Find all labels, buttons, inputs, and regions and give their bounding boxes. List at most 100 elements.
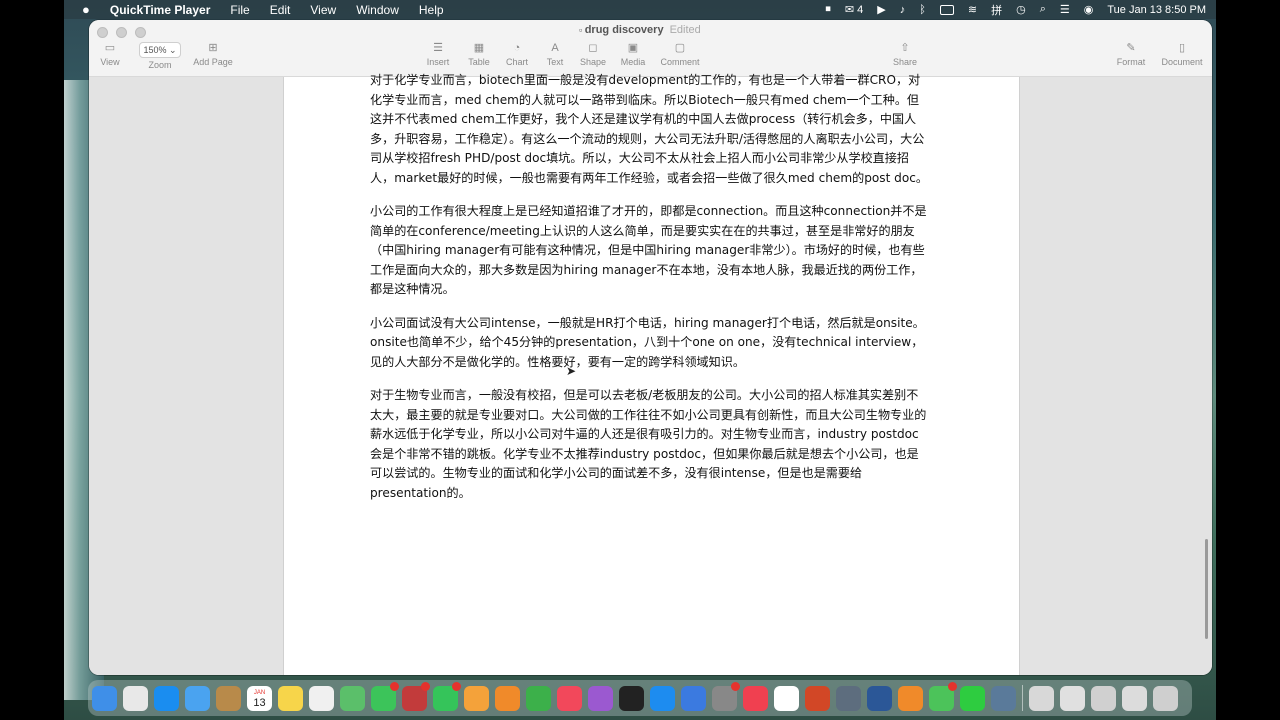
edited-status: Edited [669, 24, 701, 36]
add-page-button[interactable]: ⊞ Add Page [191, 42, 235, 67]
comment-icon: ▢ [674, 42, 686, 54]
chart-label: Chart [505, 57, 528, 67]
word-icon[interactable] [867, 685, 892, 711]
table-icon: ▦ [473, 42, 485, 54]
powerpoint-icon[interactable] [805, 685, 830, 711]
wechat-icon[interactable] [960, 685, 985, 711]
system-settings-icon[interactable] [712, 681, 740, 711]
dock-separator [1022, 685, 1023, 711]
app-menu[interactable]: QuickTime Player [110, 3, 211, 17]
dock: JAN 13 [88, 680, 1192, 716]
wechat-count: 4 [857, 4, 864, 16]
messages-icon[interactable] [371, 681, 399, 711]
podcasts-icon[interactable] [588, 685, 613, 711]
search-icon[interactable]: ⌕ [1040, 3, 1046, 16]
sidebar-icon: ▭ [104, 42, 116, 54]
maps-icon[interactable] [340, 685, 365, 711]
text-button[interactable]: A Text [542, 42, 568, 67]
tv-icon[interactable] [619, 685, 644, 711]
clock[interactable]: Tue Jan 13 8:50 PM [1107, 4, 1206, 16]
view-button[interactable]: ▭ View [97, 42, 123, 67]
pages-icon[interactable] [495, 685, 520, 711]
text-box-icon: A [551, 42, 559, 54]
chrome-icon[interactable] [774, 685, 799, 711]
bluetooth-icon[interactable]: ᛒ [919, 4, 926, 16]
menu-window[interactable]: Window [356, 3, 399, 17]
zoom-select[interactable]: 150% ⌄ [139, 42, 181, 58]
document-page[interactable]: 对于化学专业而言，biotech里面一般是没有development的工作的，有… [283, 73, 1020, 675]
contacts-icon[interactable] [216, 685, 241, 711]
paragraph-2[interactable]: 小公司的工作有很大程度上是已经知道招谁了才开的，即都是connection。而且… [370, 202, 930, 300]
document-body[interactable]: 对于化学专业而言，biotech里面一般是没有development的工作的，有… [370, 71, 930, 517]
time-machine-icon[interactable]: ◷ [1016, 3, 1026, 16]
wechat-mini-icon[interactable] [929, 681, 957, 711]
screenshot-icon[interactable] [1060, 685, 1085, 711]
photos-icon[interactable] [464, 685, 489, 711]
preview-icon[interactable] [836, 685, 861, 711]
numbers-icon[interactable] [526, 685, 551, 711]
siri-icon[interactable]: ◉ [1084, 3, 1094, 16]
mail-icon[interactable] [185, 685, 210, 711]
notification-badge [948, 681, 957, 691]
app-store-icon[interactable] [650, 685, 675, 711]
menu-view[interactable]: View [310, 3, 336, 17]
format-button[interactable]: ✎ Format [1115, 42, 1147, 67]
launchpad-icon[interactable] [123, 685, 148, 711]
menu-file[interactable]: File [230, 3, 249, 17]
facetime-icon[interactable] [433, 681, 461, 711]
calendar-icon[interactable]: JAN 13 [247, 685, 272, 711]
control-center-icon[interactable]: ☰ [1060, 3, 1070, 16]
shape-icon: ◻ [588, 42, 598, 54]
safari-icon[interactable] [154, 685, 179, 711]
window-controls [97, 27, 146, 38]
vertical-scrollbar[interactable] [1205, 539, 1208, 639]
table-button[interactable]: ▦ Table [466, 42, 492, 67]
window-icon[interactable] [1091, 685, 1116, 711]
insert-label: Insert [426, 57, 450, 67]
zoom-control[interactable]: 150% ⌄ Zoom [138, 42, 182, 70]
paragraph-3[interactable]: 小公司面试没有大公司intense，一般就是HR打个电话，hiring mana… [370, 314, 930, 373]
volume-icon[interactable]: ♪ [900, 4, 906, 16]
share-label: Share [892, 57, 918, 67]
music-icon[interactable] [557, 685, 582, 711]
image-icon[interactable] [1122, 685, 1147, 711]
menu-edit[interactable]: Edit [270, 3, 291, 17]
books-icon[interactable] [898, 685, 923, 711]
battery-icon[interactable] [939, 4, 954, 15]
keynote-icon[interactable] [681, 685, 706, 711]
format-label: Format [1116, 57, 1146, 67]
paragraph-1[interactable]: 对于化学专业而言，biotech里面一般是没有development的工作的，有… [370, 71, 930, 188]
quicktime-icon[interactable] [991, 685, 1016, 711]
chart-button[interactable]: ◔ Chart [504, 42, 530, 67]
wechat-status-icon[interactable]: ✉ 4 [845, 3, 863, 16]
input-method-icon[interactable]: 拼 [991, 2, 1002, 18]
insert-button[interactable]: ☰ Insert [425, 42, 451, 67]
media-button[interactable]: ▣ Media [619, 42, 647, 67]
wifi-icon[interactable]: ≋ [968, 3, 977, 16]
minimize-button[interactable] [116, 27, 127, 38]
finder-icon[interactable] [92, 685, 117, 711]
document-button[interactable]: ▯ Document [1159, 42, 1205, 67]
shape-button[interactable]: ◻ Shape [579, 42, 607, 67]
menu-help[interactable]: Help [419, 3, 444, 17]
apple-menu-icon[interactable]: ● [82, 2, 90, 17]
menu-bar: ● QuickTime Player File Edit View Window… [64, 0, 1216, 19]
paragraph-4[interactable]: 对于生物专业而言，一般没有校招，但是可以去老板/老板朋友的公司。大小公司的招人标… [370, 386, 930, 503]
news-icon[interactable] [743, 685, 768, 711]
photo-booth-icon[interactable] [402, 681, 430, 711]
document-title[interactable]: drug discovery [585, 24, 664, 36]
comment-button[interactable]: ▢ Comment [659, 42, 701, 67]
folder-icon[interactable] [1029, 685, 1054, 711]
close-button[interactable] [97, 27, 108, 38]
chart-icon: ◔ [513, 42, 521, 54]
media-icon: ▣ [627, 42, 639, 54]
zoom-value: 150% [143, 45, 167, 55]
zoom-window-button[interactable] [135, 27, 146, 38]
record-stop-icon[interactable]: ⏹ [825, 3, 831, 16]
notes-icon[interactable] [278, 685, 303, 711]
trash-icon[interactable] [1153, 685, 1178, 711]
share-button[interactable]: ⇧ Share [891, 42, 919, 67]
document-label: Document [1161, 57, 1203, 67]
freeform-icon[interactable] [309, 685, 334, 711]
play-icon[interactable]: ▶ [877, 3, 885, 16]
